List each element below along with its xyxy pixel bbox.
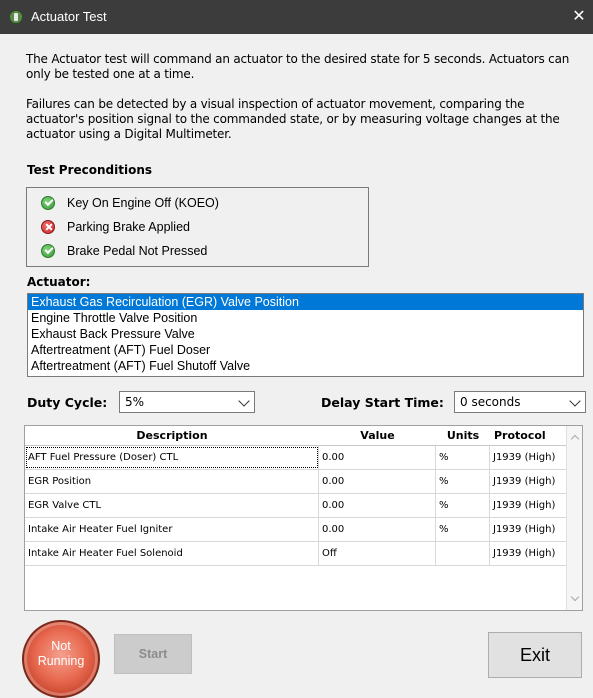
parameter-grid[interactable]: Description Value Units Protocol AFT Fue…	[24, 425, 583, 611]
cell-units: %	[436, 518, 490, 541]
chevron-down-icon[interactable]	[570, 592, 580, 602]
duty-cycle-select[interactable]: 5%	[119, 391, 255, 413]
cell-protocol: J1939 (High)	[493, 524, 556, 535]
cell-description: Intake Air Heater Fuel Solenoid	[25, 542, 319, 565]
check-icon	[41, 196, 55, 210]
table-row[interactable]: Intake Air Heater Fuel Igniter 0.00 % J1…	[25, 518, 568, 542]
window-title: Actuator Test	[31, 9, 107, 24]
grid-scrollbar[interactable]	[566, 426, 582, 610]
cell-value: 0.00	[319, 494, 436, 517]
check-icon	[41, 244, 55, 258]
actuator-item[interactable]: Aftertreatment (AFT) Fuel Shutoff Valve	[28, 358, 583, 374]
chevron-up-icon[interactable]	[570, 434, 580, 444]
cell-description: EGR Valve CTL	[25, 494, 319, 517]
start-button[interactable]: Start	[114, 634, 192, 674]
actuator-item[interactable]: Engine Throttle Valve Position	[28, 310, 583, 326]
status-line-2: Running	[37, 654, 85, 668]
cell-value: 0.00	[319, 518, 436, 541]
delay-start-select[interactable]: 0 seconds	[454, 391, 586, 413]
actuator-listbox[interactable]: Exhaust Gas Recirculation (EGR) Valve Po…	[27, 293, 584, 377]
table-row[interactable]: EGR Valve CTL 0.00 % J1939 (High)	[25, 494, 568, 518]
actuator-item[interactable]: Exhaust Gas Recirculation (EGR) Valve Po…	[28, 294, 583, 310]
actuator-label: Actuator:	[27, 275, 91, 289]
cell-description: EGR Position	[25, 470, 319, 493]
column-header-protocol[interactable]: Protocol	[490, 426, 568, 445]
precondition-label: Key On Engine Off (KOEO)	[67, 196, 219, 210]
column-header-value[interactable]: Value	[319, 426, 436, 445]
cell-value: 0.00	[319, 446, 436, 469]
cell-description: Intake Air Heater Fuel Igniter	[25, 518, 319, 541]
chevron-down-icon	[569, 395, 581, 407]
cell-units: %	[436, 470, 490, 493]
close-icon[interactable]: ✕	[569, 6, 589, 26]
table-row[interactable]: Intake Air Heater Fuel Solenoid Off J193…	[25, 542, 568, 566]
precondition-item: Brake Pedal Not Pressed	[41, 241, 207, 261]
delay-start-value: 0 seconds	[460, 395, 521, 409]
running-status-indicator: Not Running	[22, 620, 100, 698]
cell-protocol: J1939 (High)	[493, 476, 556, 487]
cell-protocol: J1939 (High)	[493, 452, 556, 463]
cell-protocol: J1939 (High)	[493, 548, 556, 559]
table-row[interactable]: EGR Position 0.00 % J1939 (High)	[25, 470, 568, 494]
cell-units: %	[436, 494, 490, 517]
precondition-label: Parking Brake Applied	[67, 220, 190, 234]
delay-start-label: Delay Start Time:	[321, 395, 444, 410]
preconditions-box: Key On Engine Off (KOEO) Parking Brake A…	[26, 187, 369, 267]
precondition-item: Parking Brake Applied	[41, 217, 190, 237]
app-icon	[9, 10, 23, 24]
precondition-item: Key On Engine Off (KOEO)	[41, 193, 219, 213]
cell-protocol: J1939 (High)	[493, 500, 556, 511]
x-icon	[41, 220, 55, 234]
cell-value: Off	[319, 542, 436, 565]
cell-value: 0.00	[319, 470, 436, 493]
duty-cycle-label: Duty Cycle:	[27, 395, 108, 410]
precondition-label: Brake Pedal Not Pressed	[67, 244, 208, 258]
title-bar: Actuator Test ✕	[0, 0, 593, 34]
cell-units	[436, 542, 490, 565]
column-header-description[interactable]: Description	[25, 426, 319, 445]
intro-paragraph-1: The Actuator test will command an actuat…	[26, 52, 570, 81]
exit-button[interactable]: Exit	[488, 632, 582, 678]
cell-units: %	[436, 446, 490, 469]
grid-header: Description Value Units Protocol	[25, 426, 568, 446]
preconditions-heading: Test Preconditions	[27, 163, 153, 177]
actuator-item[interactable]: Exhaust Back Pressure Valve	[28, 326, 583, 342]
status-line-1: Not	[51, 639, 71, 653]
table-row[interactable]: AFT Fuel Pressure (Doser) CTL 0.00 % J19…	[25, 446, 568, 470]
chevron-down-icon	[238, 395, 250, 407]
duty-cycle-value: 5%	[125, 395, 145, 409]
column-header-units[interactable]: Units	[436, 426, 490, 445]
actuator-item[interactable]: Aftertreatment (AFT) Fuel Doser	[28, 342, 583, 358]
intro-paragraph-2: Failures can be detected by a visual ins…	[26, 97, 560, 141]
cell-description: AFT Fuel Pressure (Doser) CTL	[25, 446, 319, 469]
